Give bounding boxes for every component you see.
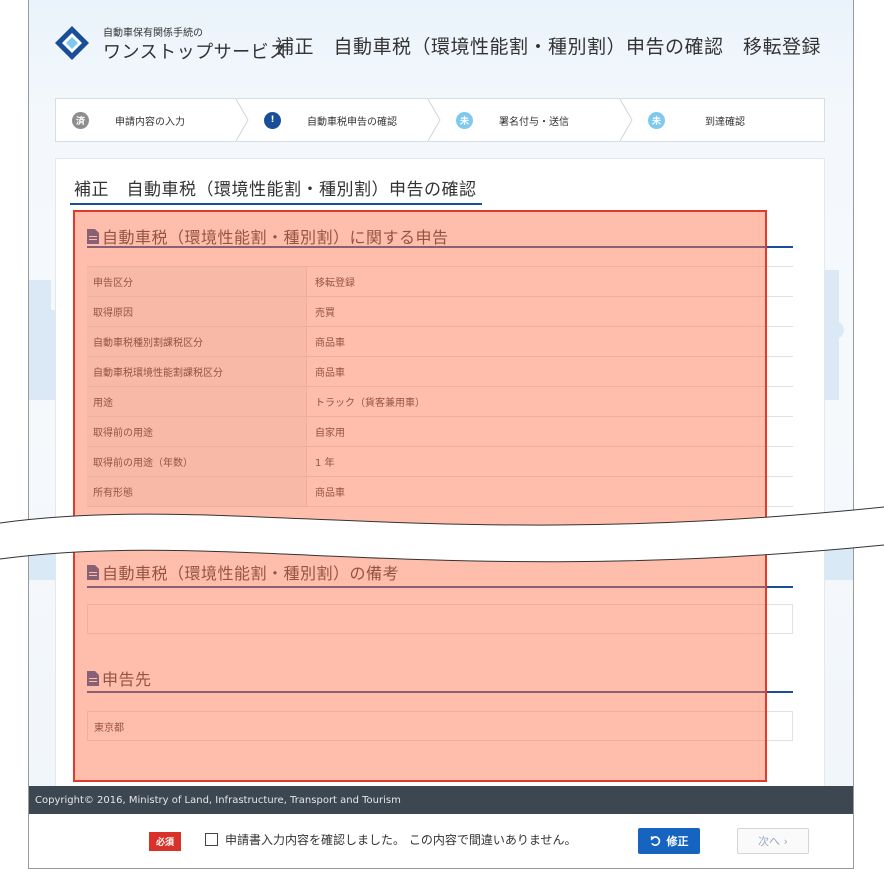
chevron-right-icon <box>235 99 249 141</box>
fix-button[interactable]: 修正 <box>638 828 700 854</box>
logo-subtitle: 自動車保有関係手続の <box>103 28 203 39</box>
step-label: 署名付与・送信 <box>499 116 569 128</box>
progress-steps: 済 申請内容の入力 ! 自動車税申告の確認 未 署名付与・送信 未 到達確認 <box>55 98 825 142</box>
step-current-badge: ! <box>264 111 281 129</box>
step-label: 到達確認 <box>705 116 745 128</box>
step-future-badge: 未 <box>648 111 665 129</box>
chevron-right-icon <box>427 99 441 141</box>
page-break <box>0 506 884 563</box>
next-button[interactable]: 次へ › <box>737 828 809 854</box>
step-label: 自動車税申告の確認 <box>307 116 397 128</box>
step-future-badge: 未 <box>456 111 473 129</box>
fix-button-label: 修正 <box>666 836 689 848</box>
copyright-bar: Copyright© 2016, Ministry of Land, Infra… <box>29 786 853 814</box>
app-frame: 自動車保有関係手続の ワンストップサービス 補正 自動車税（環境性能割・種別割）… <box>28 0 854 869</box>
logo-title: ワンストップサービス <box>103 42 288 63</box>
step-confirm: ! 自動車税申告の確認 <box>248 99 441 141</box>
undo-icon <box>650 835 660 846</box>
chevron-right-icon <box>619 99 633 141</box>
card-title: 補正 自動車税（環境性能割・種別割）申告の確認 <box>74 180 477 200</box>
highlight-overlay <box>73 210 767 782</box>
step-sign: 未 署名付与・送信 <box>440 99 633 141</box>
step-input: 済 申請内容の入力 <box>56 99 249 141</box>
confirm-checkbox[interactable] <box>205 833 218 846</box>
required-badge: 必須 <box>149 832 182 851</box>
logo-icon <box>55 26 89 60</box>
step-arrival: 未 到達確認 <box>632 99 824 141</box>
header: 自動車保有関係手続の ワンストップサービス 補正 自動車税（環境性能割・種別割）… <box>29 0 853 88</box>
confirm-label: 申請書入力内容を確認しました。 この内容で間違いありません。 <box>225 833 577 847</box>
page-title: 補正 自動車税（環境性能割・種別割）申告の確認 移転登録 <box>275 36 822 58</box>
step-done-badge: 済 <box>72 111 89 129</box>
step-label: 申請内容の入力 <box>115 116 185 128</box>
title-underline <box>70 203 482 205</box>
